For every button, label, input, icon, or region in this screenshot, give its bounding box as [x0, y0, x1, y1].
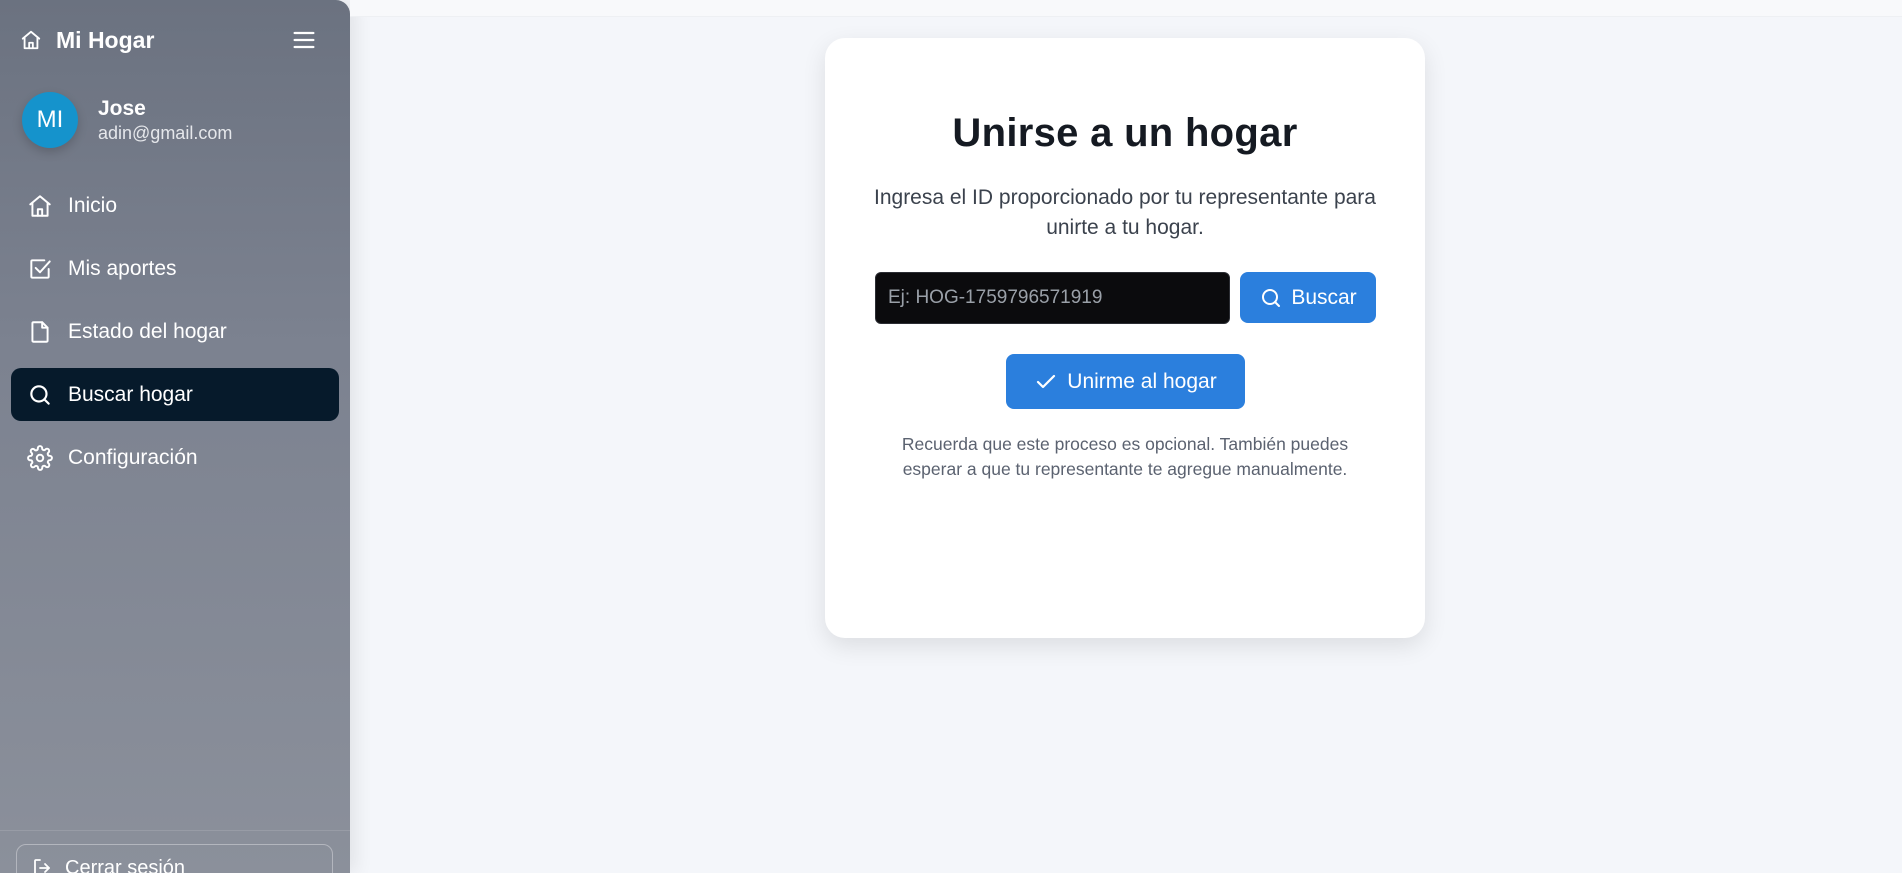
top-bar: [350, 0, 1902, 17]
user-email: adin@gmail.com: [98, 122, 233, 143]
sidebar-item-mis-aportes[interactable]: Mis aportes: [11, 242, 339, 295]
gear-icon: [27, 444, 53, 471]
sidebar-item-label: Inicio: [68, 193, 118, 217]
check-icon: [1037, 374, 1056, 388]
avatar: MI: [22, 92, 78, 148]
home-icon: [21, 30, 41, 50]
sidebar-item-label: Buscar hogar: [68, 382, 193, 406]
hamburger-menu-icon[interactable]: [290, 26, 318, 54]
sidebar-item-buscar-hogar[interactable]: Buscar hogar: [11, 368, 339, 421]
sidebar-item-estado-del-hogar[interactable]: Estado del hogar: [11, 305, 339, 358]
user-name: Jose: [98, 96, 146, 120]
search-icon: [30, 384, 50, 405]
sidebar-item-label: Estado del hogar: [68, 319, 227, 343]
description: Ingresa el ID proporcionado por tu repre…: [874, 186, 1376, 239]
search-button[interactable]: Buscar: [1240, 272, 1376, 323]
logout-button[interactable]: Cerrar sesión: [16, 844, 333, 873]
household-id-input[interactable]: [875, 272, 1230, 324]
join-button-label: Unirme al hogar: [1067, 369, 1217, 393]
sidebar-nav: Inicio Mis aportes Estado del hogar Busc…: [11, 179, 339, 494]
home-icon: [29, 194, 51, 217]
file-icon: [31, 320, 49, 343]
search-row: Buscar: [875, 272, 1376, 324]
sidebar: Mi Hogar MI Jose adin@gmail.com Inicio M…: [0, 0, 350, 873]
checkbox-icon: [30, 258, 51, 279]
search-icon: [1262, 288, 1281, 307]
join-household-button[interactable]: Unirme al hogar: [1006, 354, 1245, 409]
page-title: Unirse a un hogar: [952, 111, 1298, 155]
divider: [0, 830, 350, 831]
sidebar-item-label: Mis aportes: [68, 256, 177, 280]
join-household-card: Unirse a un hogar Ingresa el ID proporci…: [825, 38, 1425, 638]
user-profile: MI Jose adin@gmail.com: [22, 92, 232, 148]
logout-label: Cerrar sesión: [65, 856, 186, 873]
help-note: Recuerda que este proceso es opcional. T…: [901, 434, 1349, 479]
logout-icon: [34, 859, 50, 873]
app-title: Mi Hogar: [56, 26, 155, 53]
search-button-label: Buscar: [1291, 285, 1357, 309]
sidebar-item-configuracion[interactable]: Configuración: [11, 431, 339, 484]
brand[interactable]: Mi Hogar: [20, 24, 154, 56]
sidebar-item-label: Configuración: [68, 445, 198, 469]
sidebar-item-inicio[interactable]: Inicio: [11, 179, 339, 232]
